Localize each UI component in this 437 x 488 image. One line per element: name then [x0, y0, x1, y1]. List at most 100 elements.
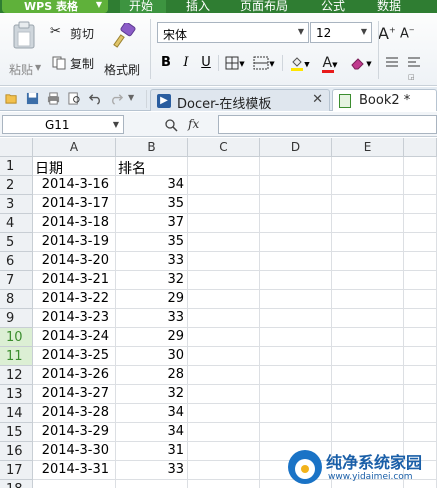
row-header-18[interactable]: 18 [0, 480, 33, 488]
cell-d10[interactable] [260, 328, 332, 347]
cell-e1[interactable] [332, 157, 404, 176]
tab-home[interactable]: 开始 [120, 0, 166, 13]
row-header-9[interactable]: 9 [0, 309, 33, 328]
cell-c16[interactable] [188, 442, 260, 461]
cell-b17[interactable]: 33 [116, 461, 188, 480]
cell-b4[interactable]: 37 [116, 214, 188, 233]
cell-c15[interactable] [188, 423, 260, 442]
paste-button[interactable]: 粘贴 ▼ [6, 19, 42, 79]
close-icon[interactable]: ✕ [312, 92, 323, 107]
cell-c3[interactable] [188, 195, 260, 214]
cell-e3[interactable] [332, 195, 404, 214]
cell-d1[interactable] [260, 157, 332, 176]
tab-page-layout[interactable]: 页面布局 [240, 0, 302, 13]
cell-f1[interactable] [404, 157, 437, 176]
cell-d14[interactable] [260, 404, 332, 423]
cell-e15[interactable] [332, 423, 404, 442]
cell-a18[interactable] [33, 480, 116, 488]
tab-book2[interactable]: Book2 * [332, 89, 437, 111]
cell-d7[interactable] [260, 271, 332, 290]
cell-e4[interactable] [332, 214, 404, 233]
cell-b10[interactable]: 29 [116, 328, 188, 347]
cell-d4[interactable] [260, 214, 332, 233]
tab-formulas[interactable]: 公式 [321, 0, 351, 13]
row-header-5[interactable]: 5 [0, 233, 33, 252]
cell-b1[interactable]: 排名 [116, 157, 188, 176]
open-folder-icon[interactable] [5, 92, 18, 105]
cell-f6[interactable] [404, 252, 437, 271]
app-menu-button[interactable]: WPS 表格 ▼ [2, 0, 108, 13]
search-function-icon[interactable] [164, 118, 178, 132]
column-header-a[interactable]: A [33, 138, 116, 157]
fill-color-button[interactable]: ▼ [286, 53, 314, 73]
cell-a15[interactable]: 2014-3-29 [33, 423, 116, 442]
cell-d2[interactable] [260, 176, 332, 195]
undo-icon[interactable] [89, 92, 102, 105]
cell-a10[interactable]: 2014-3-24 [33, 328, 116, 347]
select-all-corner[interactable] [0, 138, 33, 157]
cell-b9[interactable]: 33 [116, 309, 188, 328]
name-box[interactable]: G11 ▼ [2, 115, 124, 134]
cell-e11[interactable] [332, 347, 404, 366]
merge-cells-button[interactable]: ▼ [250, 53, 278, 73]
cell-e8[interactable] [332, 290, 404, 309]
cell-b11[interactable]: 30 [116, 347, 188, 366]
row-header-11[interactable]: 11 [0, 347, 33, 366]
cell-b16[interactable]: 31 [116, 442, 188, 461]
cell-b12[interactable]: 28 [116, 366, 188, 385]
align-left-button[interactable] [404, 53, 424, 73]
cell-d5[interactable] [260, 233, 332, 252]
cell-e13[interactable] [332, 385, 404, 404]
cell-e9[interactable] [332, 309, 404, 328]
column-header-d[interactable]: D [260, 138, 332, 157]
cell-a5[interactable]: 2014-3-19 [33, 233, 116, 252]
cell-e6[interactable] [332, 252, 404, 271]
cell-c1[interactable] [188, 157, 260, 176]
cell-d11[interactable] [260, 347, 332, 366]
cell-e5[interactable] [332, 233, 404, 252]
borders-button[interactable]: ▼ [222, 53, 248, 73]
cell-d8[interactable] [260, 290, 332, 309]
cell-a6[interactable]: 2014-3-20 [33, 252, 116, 271]
align-top-button[interactable] [382, 53, 402, 73]
cell-b15[interactable]: 34 [116, 423, 188, 442]
cell-d9[interactable] [260, 309, 332, 328]
cell-c5[interactable] [188, 233, 260, 252]
cell-b6[interactable]: 33 [116, 252, 188, 271]
cell-b13[interactable]: 32 [116, 385, 188, 404]
cell-a1[interactable]: 日期 [33, 157, 116, 176]
cell-f8[interactable] [404, 290, 437, 309]
cell-f3[interactable] [404, 195, 437, 214]
cell-a7[interactable]: 2014-3-21 [33, 271, 116, 290]
decrease-font-size-button[interactable]: A− [400, 26, 415, 41]
cell-c17[interactable] [188, 461, 260, 480]
font-name-select[interactable]: 宋体 ▼ [157, 22, 309, 43]
cell-e10[interactable] [332, 328, 404, 347]
cell-d13[interactable] [260, 385, 332, 404]
cell-a8[interactable]: 2014-3-22 [33, 290, 116, 309]
row-header-3[interactable]: 3 [0, 195, 33, 214]
cell-d3[interactable] [260, 195, 332, 214]
cell-a2[interactable]: 2014-3-16 [33, 176, 116, 195]
row-header-4[interactable]: 4 [0, 214, 33, 233]
chevron-down-icon[interactable]: ▼ [128, 93, 134, 102]
cell-d15[interactable] [260, 423, 332, 442]
cell-f7[interactable] [404, 271, 437, 290]
cell-d12[interactable] [260, 366, 332, 385]
cell-a16[interactable]: 2014-3-30 [33, 442, 116, 461]
cell-f9[interactable] [404, 309, 437, 328]
cell-b5[interactable]: 35 [116, 233, 188, 252]
row-header-15[interactable]: 15 [0, 423, 33, 442]
column-header-f[interactable] [404, 138, 437, 157]
row-header-10[interactable]: 10 [0, 328, 33, 347]
cell-a9[interactable]: 2014-3-23 [33, 309, 116, 328]
cell-f5[interactable] [404, 233, 437, 252]
font-size-select[interactable]: 12 ▼ [310, 22, 372, 43]
redo-icon[interactable] [110, 92, 123, 105]
cell-a17[interactable]: 2014-3-31 [33, 461, 116, 480]
column-header-c[interactable]: C [188, 138, 260, 157]
cell-a4[interactable]: 2014-3-18 [33, 214, 116, 233]
cell-c9[interactable] [188, 309, 260, 328]
cell-f13[interactable] [404, 385, 437, 404]
font-color-button[interactable]: A ▼ [316, 53, 344, 73]
